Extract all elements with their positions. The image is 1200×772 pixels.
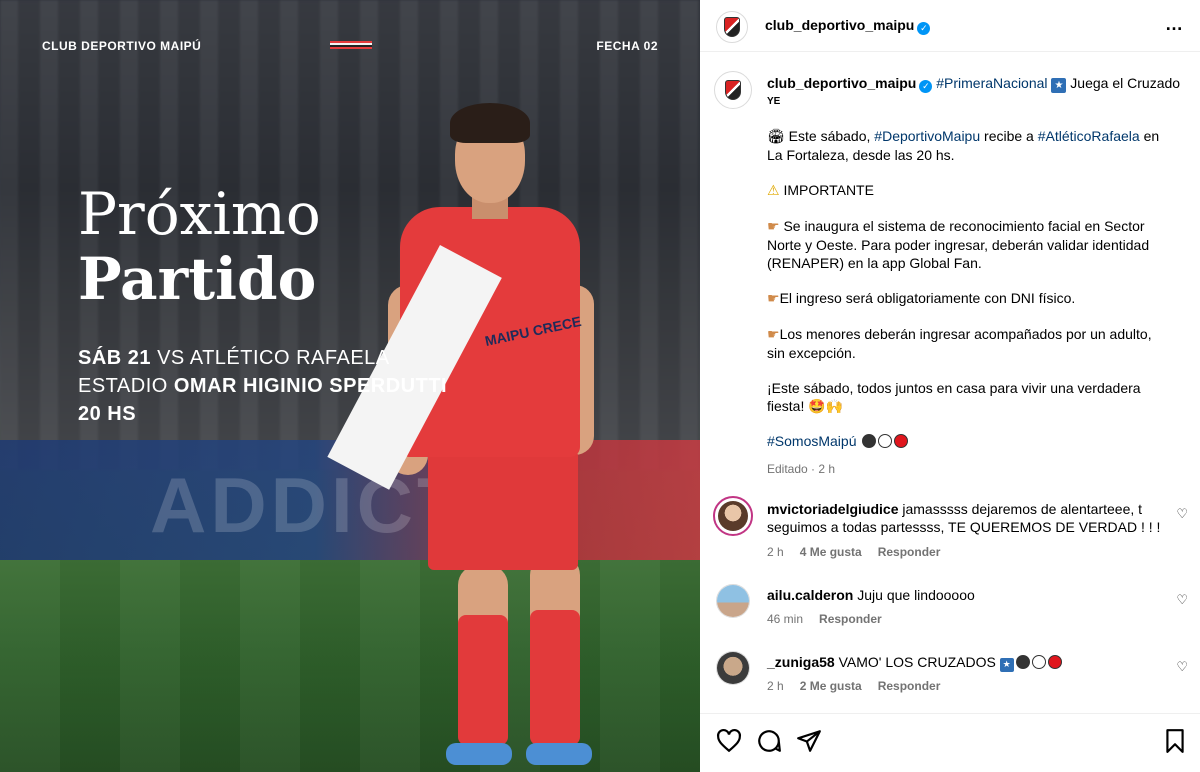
poster-title-line1: Próximo [78,180,321,248]
comment-like-icon[interactable]: ♡ [1176,659,1188,675]
white-circle-icon [1031,655,1046,669]
player-figure: MAIPU CRECE [327,95,620,772]
hashtag-link[interactable]: #SomosMaipú [767,433,857,449]
warning-icon: ⚠ [767,183,780,199]
black-circle-icon [862,434,877,448]
hashtag-link[interactable]: #AtléticoRafaela [1038,128,1140,144]
hashtag-link[interactable]: #PrimeraNacional [936,75,1047,91]
header-username[interactable]: club_deportivo_maipu [765,17,914,33]
stadium-icon: 🏟 [767,129,785,145]
avatar[interactable] [716,11,748,43]
comment-time: 46 min [767,612,804,626]
pointing-hand-icon: ☛ [767,327,780,343]
blue-square-icon: ★ [1051,78,1067,93]
matchday-label: FECHA 02 [596,39,658,53]
poster-title-line2: Partido [78,245,317,313]
pointing-hand-icon: ☛ [767,219,780,235]
post-image[interactable]: ADDICT CLUB DEPORTIVO MAIPÚ FECHA 02 MAI… [0,0,700,772]
post-actions-bar [700,713,1200,772]
bookmark-icon[interactable] [1162,728,1188,754]
comment-likes[interactable]: 2 Me gusta [800,679,862,693]
share-icon[interactable] [796,728,822,754]
comment-like-icon[interactable]: ♡ [1176,506,1188,522]
white-circle-icon [878,434,893,448]
club-shield-icon [724,17,740,37]
blue-shield-icon: ★ [999,658,1014,672]
comments-scroll-area[interactable]: club_deportivo_maipu ✓ #PrimeraNacional ★… [700,53,1200,713]
caption-username[interactable]: club_deportivo_maipu [767,75,916,91]
comment-like-icon[interactable]: ♡ [1176,592,1188,608]
more-options-icon[interactable]: … [1165,14,1184,35]
comment-time: 2 h [767,679,784,693]
club-name-label: CLUB DEPORTIVO MAIPÚ [42,39,202,53]
heart-icon[interactable] [716,728,742,754]
comment-time: 2 h [767,545,784,559]
post-side-panel: club_deportivo_maipu ✓ … club_deportivo_m… [700,0,1200,772]
reply-button[interactable]: Responder [878,545,941,559]
post-header: club_deportivo_maipu ✓ … [700,0,1200,52]
comment-text: Juju que lindooooo [853,587,975,603]
black-circle-icon [1015,655,1030,669]
reply-button[interactable]: Responder [878,679,941,693]
avatar[interactable] [713,496,753,536]
caption-subtitle: YE [767,96,781,107]
hashtag-link[interactable]: #DeportivoMaipu [874,128,980,144]
red-circle-icon [894,434,909,448]
comment-username[interactable]: _zuniga58 [767,654,835,670]
comment-likes[interactable]: 4 Me gusta [800,545,862,559]
comment-username[interactable]: ailu.calderon [767,587,853,603]
match-details: SÁB 21 VS ATLÉTICO RAFAELA ESTADIO OMAR … [78,347,448,425]
caption-header: club_deportivo_maipu ✓ #PrimeraNacional ★… [767,75,1181,93]
avatar[interactable] [716,651,750,685]
caption-body: 🏟 Este sábado, #DeportivoMaipu recibe a … [767,128,1160,449]
comment-username[interactable]: mvictoriadelgiudice [767,501,898,517]
club-shield-icon [725,80,741,100]
verified-badge-icon: ✓ [919,80,933,93]
avatar[interactable] [716,584,750,618]
comment-icon[interactable] [756,728,782,754]
caption-avatar[interactable] [714,71,752,109]
edited-timestamp: Editado · 2 h [767,462,836,476]
verified-badge-icon: ✓ [917,22,931,35]
club-colors-flag [330,41,372,49]
red-circle-icon [1047,655,1062,669]
reply-button[interactable]: Responder [819,612,882,626]
comment-text: VAMO' LOS CRUZADOS [834,654,1000,670]
pointing-hand-icon: ☛ [767,291,780,307]
